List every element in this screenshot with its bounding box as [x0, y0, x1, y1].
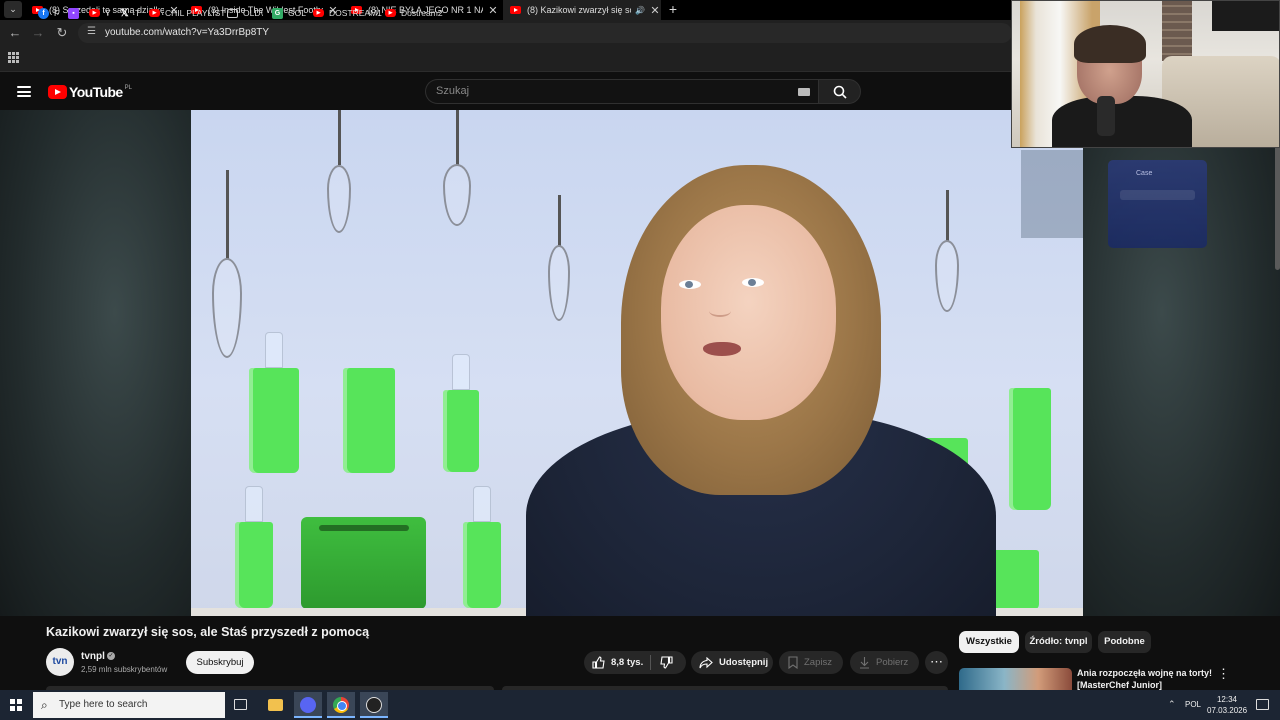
- speaker-icon[interactable]: 🔊: [635, 6, 645, 15]
- bookmark-item[interactable]: ▶ Y: [89, 6, 111, 20]
- kid-mouth: [703, 342, 741, 356]
- subscribe-button[interactable]: Subskrybuj: [186, 651, 254, 674]
- chip-all[interactable]: Wszystkie: [959, 631, 1019, 653]
- video-title: Kazikowi zwarzył się sos, ale Staś przys…: [46, 625, 370, 639]
- facebook-icon: f: [38, 7, 49, 19]
- obs-icon: [366, 697, 382, 713]
- discord-icon: [300, 697, 316, 713]
- chrome-icon: [333, 697, 349, 713]
- verified-check-icon: ✓: [107, 652, 115, 660]
- task-view-icon[interactable]: [234, 699, 247, 710]
- youtube-icon: ▶: [89, 9, 100, 17]
- whisk-decor: [207, 170, 247, 360]
- whisk-decor: [439, 110, 475, 228]
- more-actions-icon[interactable]: ⋯: [925, 651, 948, 674]
- subscriber-count: 2,59 mln subskrybentów: [81, 665, 168, 674]
- green-bottle-decor: [343, 368, 395, 473]
- like-dislike-group: 8,8 tys.: [584, 651, 686, 674]
- kid-nose: [709, 305, 731, 317]
- new-tab-button[interactable]: +: [666, 0, 680, 19]
- bookmark-folder[interactable]: OLD\: [227, 6, 263, 20]
- windows-start-icon[interactable]: [10, 699, 22, 711]
- dislike-button[interactable]: [650, 656, 679, 669]
- file-explorer-icon[interactable]: [268, 699, 283, 711]
- url-text[interactable]: youtube.com/watch?v=Ya3DrrBp8TY: [105, 27, 269, 38]
- youtube-icon: ▶: [313, 9, 324, 17]
- menu-hamburger-icon[interactable]: [17, 86, 31, 97]
- apps-grid-icon[interactable]: [8, 52, 19, 63]
- bookmark-item[interactable]: G GOL: [272, 6, 306, 20]
- kid-face: [661, 205, 836, 420]
- save-button[interactable]: Zapisz: [779, 651, 843, 674]
- kid-eye: [742, 278, 764, 287]
- clock[interactable]: 12:34 07.03.2026: [1207, 694, 1247, 716]
- bookmark-item[interactable]: ▶ DOSTREAM1: [313, 6, 382, 20]
- taskbar-search-input[interactable]: ⌕ Type here to search: [33, 692, 225, 718]
- like-button[interactable]: 8,8 tys.: [584, 656, 650, 669]
- url-bar[interactable]: ☰ youtube.com/watch?v=Ya3DrrBp8TY: [78, 23, 1012, 43]
- keyboard-icon[interactable]: [798, 88, 810, 96]
- download-button[interactable]: Pobierz: [850, 651, 919, 674]
- folder-icon: [227, 8, 238, 18]
- input-language[interactable]: POL: [1185, 700, 1201, 709]
- bookmark-item[interactable]: ▪: [68, 6, 84, 20]
- x-icon: 𝕏: [120, 7, 129, 19]
- green-bottle-decor: [463, 486, 501, 608]
- green-bottle-decor: [235, 486, 273, 608]
- tab-search-button[interactable]: ⌄: [4, 1, 22, 18]
- tray-chevron-up-icon[interactable]: ⌃: [1168, 699, 1176, 710]
- close-tab-icon[interactable]: ✕: [487, 4, 499, 17]
- green-toaster-decor: [301, 517, 426, 609]
- youtube-favicon-icon: [510, 6, 521, 14]
- webcam-overlay: [1011, 0, 1280, 148]
- whisk-decor: [321, 110, 357, 235]
- twitch-icon: ▪: [68, 7, 79, 19]
- reload-icon[interactable]: ↻: [53, 24, 71, 42]
- ambient-background-left: [0, 110, 191, 616]
- kid-eye: [679, 280, 701, 289]
- notification-icon[interactable]: [1256, 699, 1269, 710]
- recommended-video-thumbnail[interactable]: [959, 668, 1072, 690]
- search-button[interactable]: [818, 79, 861, 104]
- thumbs-down-icon: [660, 656, 673, 669]
- forward-arrow-icon[interactable]: →: [29, 24, 47, 42]
- site-settings-icon[interactable]: ☰: [87, 26, 96, 37]
- search-icon: [833, 85, 847, 99]
- channel-name[interactable]: tvnpl: [81, 651, 105, 662]
- bookmark-item[interactable]: 𝕏 T: [119, 6, 140, 20]
- share-arrow-icon: [699, 656, 713, 668]
- youtube-icon: ▶: [149, 9, 160, 17]
- chip-similar[interactable]: Podobne: [1098, 631, 1151, 653]
- stream-overlay-panel: [1021, 150, 1083, 238]
- whisk-decor: [543, 195, 575, 325]
- youtube-logo[interactable]: YouTube PL: [48, 84, 132, 100]
- recommended-video-title[interactable]: Ania rozpoczęła wojnę na torty! [MasterC…: [1077, 667, 1227, 691]
- search-input[interactable]: Szukaj: [425, 79, 818, 104]
- search-icon: ⌕: [41, 698, 48, 712]
- thumbs-up-icon: [592, 656, 605, 669]
- channel-avatar[interactable]: tvn: [46, 648, 74, 676]
- recommended-menu-icon[interactable]: ⋮: [1217, 666, 1230, 682]
- green-bottle-decor: [249, 332, 299, 473]
- youtube-icon: ▶: [385, 9, 396, 17]
- bookmark-item[interactable]: ▶ CHIL PLAYLIST: [149, 6, 225, 20]
- bookmark-item[interactable]: f F: [38, 6, 59, 20]
- gol-icon: G: [272, 7, 283, 19]
- whisk-decor: [929, 190, 965, 315]
- youtube-play-icon: [48, 85, 67, 99]
- bookmark-item[interactable]: ▶ Dostream2: [385, 6, 443, 20]
- green-bottle-decor: [1009, 388, 1051, 510]
- share-button[interactable]: Udostępnij: [691, 651, 773, 674]
- back-arrow-icon[interactable]: ←: [6, 24, 24, 42]
- green-bottle-decor: [443, 354, 479, 472]
- download-icon: [860, 657, 869, 669]
- close-tab-icon[interactable]: ✕: [649, 4, 661, 17]
- stream-overlay-card: Case: [1108, 160, 1207, 248]
- video-player[interactable]: [191, 110, 1083, 616]
- browser-tab-active[interactable]: (8) Kazikowi zwarzył się sos 🔊 ✕: [503, 0, 661, 20]
- bookmark-icon: [788, 656, 798, 669]
- chip-source[interactable]: Źródło: tvnpl: [1025, 631, 1092, 653]
